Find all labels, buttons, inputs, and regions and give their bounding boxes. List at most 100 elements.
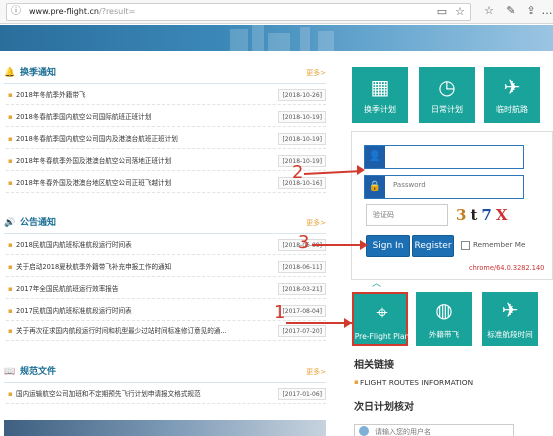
tile-standard-time[interactable]: ✈ 标准航段时间	[482, 292, 538, 346]
divider	[4, 382, 326, 383]
annotation-number-3: 3	[298, 232, 310, 253]
news-title[interactable]: 2018年冬春外国及港澳台地区航空公司正班飞越计划	[16, 173, 278, 193]
username-input[interactable]: 请输入您的用户名	[354, 424, 514, 436]
news-title[interactable]: 2018年冬航季外籍带飞	[16, 85, 278, 105]
arrowhead-icon	[344, 318, 352, 328]
sign-in-button[interactable]: Sign In	[366, 235, 410, 257]
list-item[interactable]: ▪ 2017年全国民航航班运行效率报告 [2018-03-21]	[6, 279, 326, 299]
user-icon	[359, 426, 369, 436]
tile-temporary-route[interactable]: ✈ 临时航路	[484, 67, 540, 123]
airplane-icon: ✈	[503, 75, 521, 99]
tile-label: 标准航段时间	[487, 330, 533, 339]
arrowhead-icon	[360, 240, 368, 250]
tile-seasonal-plan[interactable]: ▦ 换季计划	[352, 67, 408, 123]
tile-label: 临时航路	[496, 105, 528, 114]
favorites-icon[interactable]: ☆	[482, 4, 496, 18]
captcha-image[interactable]: 3t7X	[456, 205, 524, 225]
globe-plane-icon: ◍	[435, 298, 453, 322]
list-item[interactable]: ▪ 关于再次征求国内航段运行时间和机型最少过站时间标准修订意见的通... [20…	[6, 321, 326, 341]
remember-me-checkbox[interactable]	[461, 241, 470, 250]
bullet-icon: ▪	[354, 378, 359, 386]
more-link[interactable]: 更多>	[306, 218, 326, 228]
address-bar[interactable]: ⓘ www.pre-flight.cn/?result= ▭ ☆	[6, 3, 471, 21]
tile-label: Pre-Flight Plan	[354, 332, 410, 341]
bullet-icon: ▪	[8, 135, 13, 143]
list-item[interactable]: ▪ 2018年冬春航季外国及港澳台航空公司落地正班计划 [2018-10-19]	[6, 151, 326, 171]
list-item[interactable]: ▪ 2018年冬春外国及港澳台地区航空公司正班飞越计划 [2018-10-16]	[6, 173, 326, 193]
tile-label: 外籍带飞	[428, 330, 460, 339]
info-icon[interactable]: ⓘ	[11, 6, 23, 18]
tile-daily-plan[interactable]: ◷ 日常计划	[419, 67, 475, 123]
list-item[interactable]: ▪ 2018年冬航季外籍带飞 [2018-10-26]	[6, 85, 326, 105]
news-title[interactable]: 国内运输航空公司加班和不定期预先飞行计划申请报文格式规范	[16, 384, 278, 404]
bell-icon: 🔔	[4, 68, 16, 78]
bullet-icon: ▪	[8, 91, 13, 99]
news-title[interactable]: 2017民航国内航班标准航段运行时间表	[16, 301, 278, 321]
news-date: [2018-03-21]	[278, 283, 326, 295]
lock-icon: 🔒	[365, 176, 385, 198]
news-title[interactable]: 2018民航国内航班标准航段运行时间表	[16, 235, 278, 255]
tile-foreign-pilot[interactable]: ◍ 外籍带飞	[416, 292, 472, 346]
takeoff-icon: ✈	[501, 298, 519, 322]
bullet-icon: ▪	[8, 179, 13, 187]
password-field[interactable]: 🔒 Password	[364, 175, 524, 199]
annotation-number-2: 2	[292, 162, 304, 183]
bullet-icon: ▪	[8, 307, 13, 315]
star-icon[interactable]: ☆	[453, 5, 467, 19]
remember-me-label[interactable]: Remember Me	[473, 240, 525, 249]
more-icon[interactable]: …	[540, 4, 553, 18]
section-title: 公告通知	[20, 218, 57, 228]
list-item[interactable]: ▪ 2018民航国内航班标准航段运行时间表 [2018-06-09]	[6, 235, 326, 255]
news-date: [2017-07-20]	[278, 325, 326, 337]
bullet-icon: ▪	[8, 327, 13, 335]
url-host: www.pre-flight.cn	[29, 7, 99, 16]
chevron-up-icon[interactable]: ︿	[372, 276, 381, 289]
speaker-icon: 🔊	[4, 218, 16, 228]
reader-icon[interactable]: ▭	[435, 5, 449, 19]
more-link[interactable]: 更多>	[306, 367, 326, 377]
header-banner	[0, 25, 553, 51]
news-title[interactable]: 2017年全国民航航班运行效率报告	[16, 279, 278, 299]
divider	[4, 233, 326, 234]
news-title[interactable]: 关于启动2018夏秋航季外籍带飞补充申报工作的通知	[16, 257, 278, 277]
browser-toolbar: ⓘ www.pre-flight.cn/?result= ▭ ☆ ☆ ✎ ⇪ …	[0, 0, 553, 24]
section-title: 规范文件	[20, 367, 57, 377]
annotation-arrow-3	[312, 244, 364, 246]
bullet-icon: ▪	[8, 241, 13, 249]
clock-document-icon: ◷	[438, 75, 456, 99]
annotation-arrow-1	[286, 322, 352, 324]
list-item[interactable]: ▪ 国内运输航空公司加班和不定期预先飞行计划申请报文格式规范 [2017-01-…	[6, 384, 326, 404]
tile-label: 换季计划	[364, 105, 396, 114]
flight-routes-link[interactable]: FLIGHT ROUTES INFORMATION	[360, 378, 473, 387]
pen-icon[interactable]: ✎	[504, 4, 518, 18]
news-date: [2018-10-19]	[278, 133, 326, 145]
url-text: www.pre-flight.cn/?result=	[29, 7, 135, 16]
more-link[interactable]: 更多>	[306, 68, 326, 78]
captcha-placeholder: 验证码	[373, 211, 394, 219]
register-button[interactable]: Register	[412, 235, 454, 257]
divider	[4, 83, 326, 84]
news-title[interactable]: 2018冬春航季国内航空公司国内及港澳台航班正班计划	[16, 129, 278, 149]
share-icon[interactable]: ⇪	[524, 4, 538, 18]
list-item[interactable]: ▪ 2018冬春航季国内航空公司国内及港澳台航班正班计划 [2018-10-19…	[6, 129, 326, 149]
news-date: [2018-10-19]	[278, 111, 326, 123]
bullet-icon: ▪	[8, 263, 13, 271]
section-title: 换季通知	[20, 68, 57, 78]
username-field[interactable]: 👤	[364, 145, 524, 169]
captcha-field[interactable]: 验证码	[366, 204, 448, 226]
bullet-icon: ▪	[8, 157, 13, 165]
annotation-number-1: 1	[274, 302, 286, 323]
related-links-title: 相关链接	[354, 360, 394, 371]
tile-pre-flight-plan[interactable]: ⌖ Pre-Flight Plan	[352, 292, 409, 346]
list-item[interactable]: ▪ 2018冬春航季国内航空公司国际航班正班计划 [2018-10-19]	[6, 107, 326, 127]
url-path: /?result=	[99, 7, 136, 16]
news-title[interactable]: 2018年冬春航季外国及港澳台航空公司落地正班计划	[16, 151, 278, 171]
news-title[interactable]: 关于再次征求国内航段运行时间和机型最少过站时间标准修订意见的通...	[16, 321, 278, 341]
list-item[interactable]: ▪ 关于启动2018夏秋航季外籍带飞补充申报工作的通知 [2018-06-11]	[6, 257, 326, 277]
bullet-icon: ▪	[8, 390, 13, 398]
calendar-icon: ▦	[370, 75, 390, 99]
news-title[interactable]: 2018冬春航季国内航空公司国际航班正班计划	[16, 107, 278, 127]
arrowhead-icon	[357, 165, 365, 175]
tile-label: 日常计划	[431, 105, 463, 114]
bullet-icon: ▪	[8, 285, 13, 293]
